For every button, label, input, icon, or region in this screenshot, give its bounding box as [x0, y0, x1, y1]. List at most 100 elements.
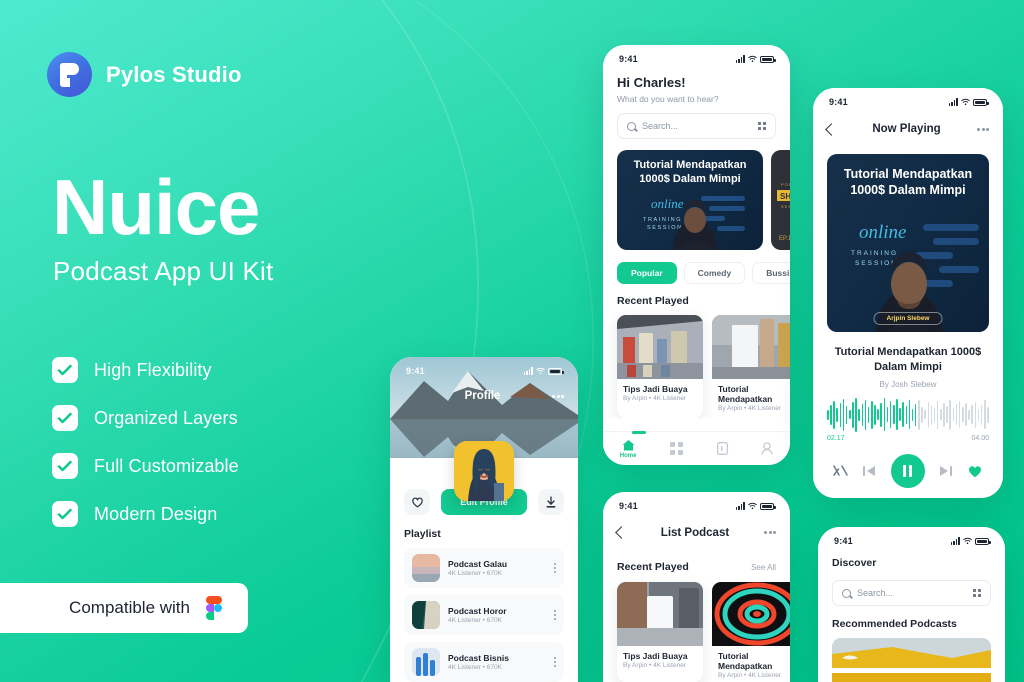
phone-discover-screen: 9:41 Discover Search... Recommended Podc…	[818, 527, 1005, 682]
feature-item: Modern Design	[52, 501, 239, 527]
featured-card[interactable]: Tutorial Mendapatkan 1000$ Dalam Mimpi o…	[617, 150, 763, 250]
previous-track-icon[interactable]	[862, 465, 876, 477]
track-title: Tutorial Mendapatkan 1000$ Dalam Mimpi	[834, 346, 982, 373]
battery-full-icon	[760, 55, 776, 63]
filter-icon[interactable]	[758, 122, 766, 130]
playlist-meta: 4K Listener • 670K	[448, 617, 502, 624]
album-artwork: Tutorial Mendapatkan 1000$ Dalam Mimpi o…	[827, 154, 989, 332]
category-chip-popular[interactable]: Popular	[617, 262, 677, 284]
more-vertical-icon[interactable]	[553, 656, 556, 668]
phone-home-screen: 9:41 Hi Charles! What do you want to hea…	[603, 45, 790, 465]
figma-logo-icon	[206, 596, 222, 620]
search-input[interactable]: Search...	[617, 113, 776, 139]
category-chip-bussiness[interactable]: Bussiness	[752, 262, 790, 284]
document-icon	[716, 442, 728, 455]
shuffle-icon[interactable]	[833, 464, 848, 477]
recommended-card-artwork[interactable]	[832, 638, 991, 682]
wifi-icon	[963, 537, 972, 545]
podcast-card-artwork	[617, 315, 703, 379]
phone-now-playing-screen: 9:41 Now Playing Tutorial Mendapatkan 10…	[813, 88, 1003, 498]
podcast-card-artwork	[617, 582, 703, 647]
brand-lockup: Pylos Studio	[47, 52, 242, 97]
home-icon	[622, 439, 635, 450]
more-vertical-icon[interactable]	[553, 609, 556, 621]
left-info-panel: Pylos Studio Nuice Podcast App UI Kit Hi…	[0, 0, 380, 682]
filter-icon[interactable]	[973, 589, 981, 597]
tab-library[interactable]	[716, 442, 728, 455]
feature-list: High Flexibility Organized Layers Full C…	[52, 357, 239, 527]
podcast-card[interactable]: Tips Jadi Buaya By Arpin • 4K Listener	[617, 315, 703, 418]
favorite-button[interactable]	[404, 489, 430, 515]
tab-browse[interactable]	[670, 442, 684, 455]
list-item[interactable]: Podcast Horor 4K Listener • 670K	[404, 595, 564, 635]
list-item[interactable]: Podcast Galau 4K Listener • 670K	[404, 548, 564, 588]
track-artist: By Josh Slebew	[879, 379, 937, 389]
time-total: 04.00	[971, 434, 989, 442]
nav-title: List Podcast	[660, 526, 730, 539]
playlist-meta: 4K Listener • 670K	[448, 664, 502, 671]
page-subtitle: Podcast App UI Kit	[53, 256, 274, 286]
greeting-text: Hi Charles!	[617, 75, 686, 90]
tab-home-label: Home	[619, 452, 637, 459]
cellular-bars-icon	[523, 367, 533, 375]
more-vertical-icon[interactable]	[553, 562, 556, 574]
page-title: Nuice	[52, 163, 260, 251]
download-button[interactable]	[538, 489, 564, 515]
more-horizontal-icon[interactable]	[977, 127, 989, 131]
svg-text:online: online	[859, 222, 907, 243]
playlist-thumbnail	[412, 554, 440, 582]
player-controls	[813, 442, 1003, 488]
brand-name: Pylos Studio	[106, 61, 242, 87]
svg-text:SHIFT: SHIFT	[780, 192, 790, 201]
active-tab-indicator	[632, 431, 646, 434]
status-time: 9:41	[834, 536, 853, 546]
list-item[interactable]: Podcast Bisnis 4K Listener • 670K	[404, 642, 564, 682]
category-chip-comedy[interactable]: Comedy	[683, 262, 746, 284]
check-icon	[52, 501, 78, 527]
feature-label: High Flexibility	[94, 359, 212, 380]
next-track-icon[interactable]	[939, 465, 953, 477]
compatible-with-badge: Compatible with	[0, 583, 248, 633]
section-title-playlist: Playlist	[404, 528, 441, 540]
podcast-card[interactable]: Tutorial Mendapatkan By Arpin • 4K Liste…	[712, 582, 790, 682]
download-icon	[546, 495, 556, 508]
status-time: 9:41	[619, 501, 638, 511]
avatar[interactable]	[454, 441, 514, 501]
feature-label: Full Customizable	[94, 455, 239, 476]
search-icon	[627, 121, 636, 131]
person-icon	[761, 442, 773, 455]
more-horizontal-icon[interactable]	[764, 531, 776, 535]
status-bar: 9:41	[603, 45, 790, 66]
cellular-bars-icon	[735, 502, 745, 510]
featured-card[interactable]: SHIFT PODCAST SESSION EP.1	[771, 150, 790, 250]
see-all-link[interactable]: See All	[751, 563, 776, 572]
audio-waveform[interactable]	[827, 397, 989, 432]
pause-button[interactable]	[890, 453, 925, 488]
tab-profile[interactable]	[761, 442, 773, 455]
battery-full-icon	[760, 502, 776, 510]
podcast-card-meta: By Arpin • 4K Listener	[718, 405, 781, 412]
podcast-card[interactable]: Tips Jadi Buaya By Arpin • 4K Listener	[617, 582, 703, 682]
status-time: 9:41	[406, 366, 425, 376]
featured-card-artwork: online TRAINING SESSION	[643, 196, 745, 250]
search-input[interactable]: Search...	[832, 580, 991, 606]
more-horizontal-icon[interactable]	[552, 394, 564, 398]
heart-outline-icon	[411, 497, 423, 508]
status-time: 9:41	[829, 97, 848, 107]
grid-icon	[670, 442, 684, 455]
phone-profile-screen: 9:41 Profile Edit Profile Playlist Podca…	[390, 357, 578, 682]
podcast-card-title: Tips Jadi Buaya	[623, 384, 688, 394]
heart-filled-icon[interactable]	[967, 464, 983, 478]
podcast-card[interactable]: Tutorial Mendapatkan By Arpin • 4K Liste…	[712, 315, 790, 418]
tab-home[interactable]: Home	[619, 439, 637, 459]
svg-text:TRAINING: TRAINING	[851, 250, 898, 257]
search-placeholder: Search...	[642, 121, 679, 131]
nav-title: Profile	[464, 390, 501, 402]
feature-label: Modern Design	[94, 503, 218, 524]
podcast-card-artwork	[712, 582, 790, 647]
pylos-p-logo-icon	[47, 52, 92, 97]
podcast-card-meta: By Arpin • 4K Listener	[623, 395, 686, 402]
playlist-meta: 4K Listener • 670K	[448, 570, 502, 577]
svg-text:SESSION: SESSION	[781, 204, 790, 209]
podcast-card-artwork	[712, 315, 790, 379]
